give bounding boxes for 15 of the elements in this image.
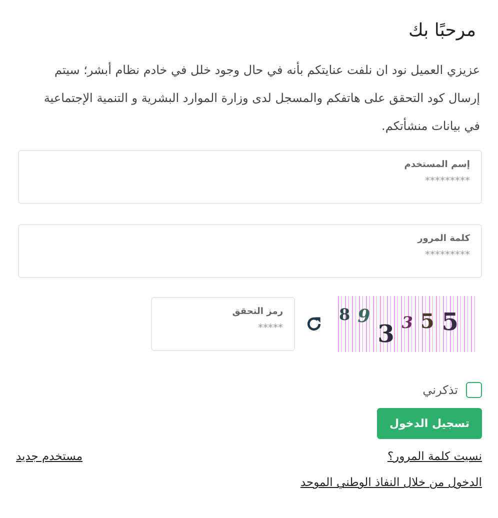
- captcha-input[interactable]: *****: [163, 323, 283, 334]
- text-input[interactable]: *********: [30, 250, 470, 261]
- remember-label: تذكرني: [422, 383, 458, 397]
- refresh-icon[interactable]: [305, 315, 323, 333]
- text-input[interactable]: *********: [30, 176, 470, 187]
- national-login-link[interactable]: الدخول من خلال النفاذ الوطني الموحد: [300, 475, 482, 489]
- page-title: مرحبًا بك: [407, 19, 476, 43]
- new-user-link[interactable]: مستخدم جديد: [16, 449, 83, 463]
- field-label: رمز التحقق: [232, 307, 283, 317]
- remember-checkbox[interactable]: [466, 382, 482, 398]
- field-label: إسم المستخدم: [404, 160, 470, 170]
- notice-text: عزيزي العميل نود ان نلفت عنايتكم بأنه في حال وجود خلل في خادم نظام أبشر؛ سيتم إرسال كود التحقق على هاتفكم والمسجل لدى وزارة الموارد البشرية و التنمية الإجتماعية في بيانات منشأتكم.: [42, 60, 480, 135]
- captcha-image: 8 9 3 3 5 5: [335, 296, 478, 352]
- field-label: كلمة المرور: [418, 234, 470, 244]
- forgot-password-link[interactable]: نسيت كلمة المرور؟: [387, 449, 482, 463]
